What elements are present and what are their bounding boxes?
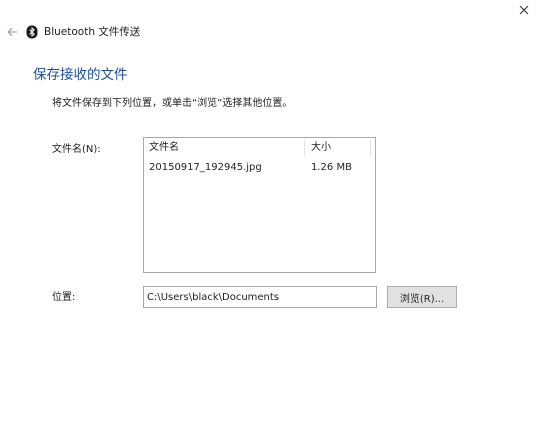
back-arrow-icon <box>6 27 17 37</box>
column-header-name[interactable]: 文件名 <box>149 142 179 154</box>
window-title: Bluetooth 文件传送 <box>44 26 141 38</box>
browse-button[interactable]: 浏览(R)... <box>387 286 457 308</box>
location-label: 位置: <box>52 292 76 303</box>
column-header-size[interactable]: 大小 <box>311 142 331 154</box>
page-title: 保存接收的文件 <box>33 67 128 83</box>
file-size-cell: 1.26 MB <box>311 162 352 173</box>
file-name-label: 文件名(N): <box>52 144 101 155</box>
instruction-text: 将文件保存到下列位置，或单击“浏览”选择其他位置。 <box>52 98 293 109</box>
file-list-header: 文件名 大小 <box>144 138 375 158</box>
file-row[interactable]: 20150917_192945.jpg 1.26 MB <box>144 160 375 176</box>
bluetooth-transfer-window: Bluetooth 文件传送 保存接收的文件 将文件保存到下列位置，或单击“浏览… <box>0 0 544 421</box>
column-separator <box>370 140 371 156</box>
file-name-cell: 20150917_192945.jpg <box>149 162 262 173</box>
column-separator <box>304 140 305 156</box>
back-button[interactable] <box>4 24 20 40</box>
file-list[interactable]: 文件名 大小 20150917_192945.jpg 1.26 MB <box>143 137 376 273</box>
bluetooth-icon <box>26 25 38 39</box>
location-input[interactable] <box>143 286 377 308</box>
close-button[interactable] <box>512 0 536 20</box>
close-icon <box>519 5 529 15</box>
